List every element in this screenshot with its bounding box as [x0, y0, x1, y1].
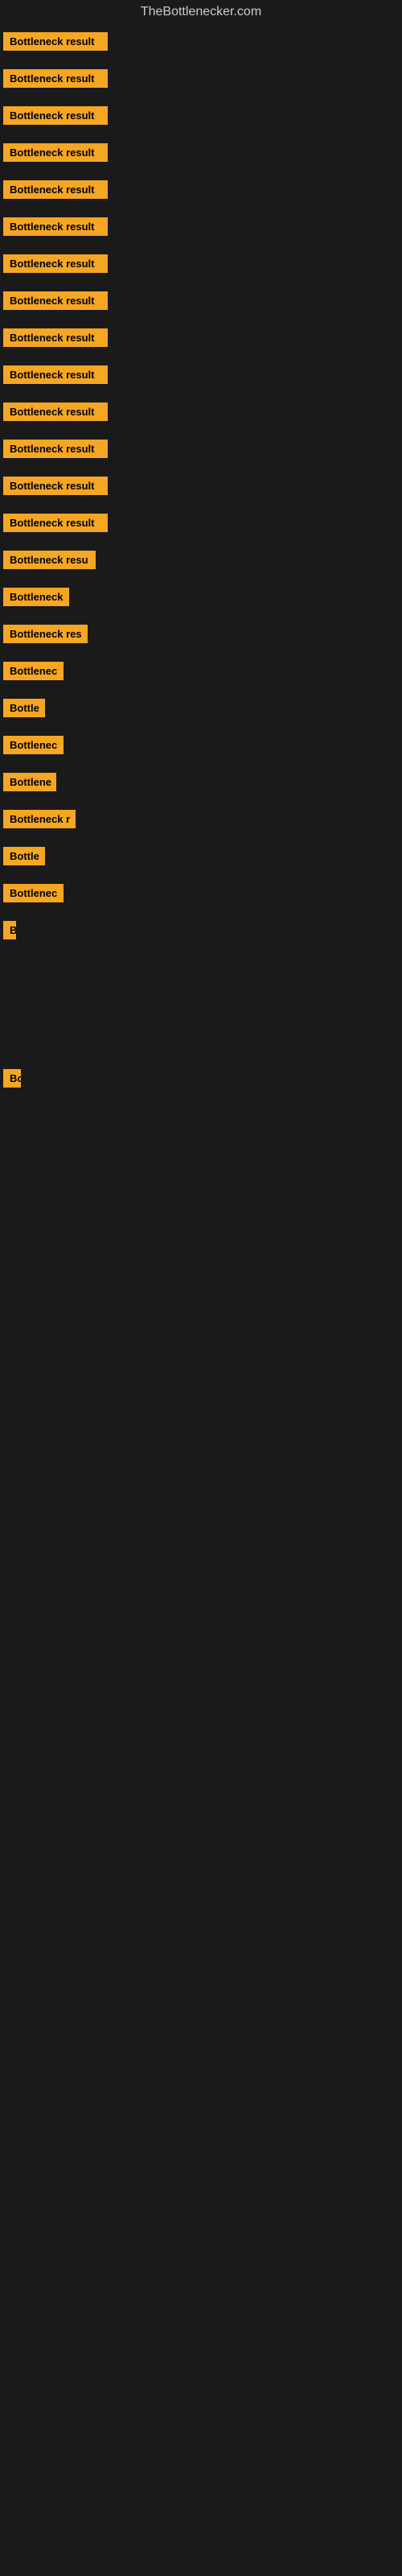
bar-row: Bottlenec: [0, 652, 402, 689]
bottleneck-bar[interactable]: Bottleneck result: [3, 514, 108, 532]
bar-row: Bo: [0, 1059, 402, 1096]
bar-row: Bottleneck result: [0, 319, 402, 356]
bar-row: Bottleneck result: [0, 430, 402, 467]
bottleneck-bar[interactable]: Bottlene: [3, 773, 56, 791]
bottleneck-bar[interactable]: Bo: [3, 1069, 21, 1088]
bottleneck-bar[interactable]: Bottleneck result: [3, 254, 108, 273]
bottleneck-bar[interactable]: Bottle: [3, 847, 45, 865]
bar-row: Bottleneck result: [0, 393, 402, 430]
site-title: TheBottlenecker.com: [141, 0, 261, 25]
bottleneck-bar[interactable]: Bottlenec: [3, 662, 64, 680]
bar-row: [0, 948, 402, 985]
bottleneck-bar[interactable]: Bottleneck result: [3, 143, 108, 162]
bar-row: Bottleneck result: [0, 134, 402, 171]
bar-row: [0, 1133, 402, 1170]
bars-container: Bottleneck result Bottleneck result Bottle…: [0, 23, 402, 1245]
bar-row: [0, 1170, 402, 1208]
bar-row: [0, 1096, 402, 1133]
bottleneck-bar[interactable]: Bottleneck result: [3, 106, 108, 125]
bar-row: Bottlenec: [0, 726, 402, 763]
bar-row: Bottleneck result: [0, 356, 402, 393]
bar-row: Bottlenec: [0, 874, 402, 911]
bar-row: B: [0, 911, 402, 948]
bar-row: [0, 985, 402, 1022]
bottleneck-bar[interactable]: Bottleneck result: [3, 402, 108, 421]
bottleneck-bar[interactable]: Bottleneck result: [3, 365, 108, 384]
bottleneck-bar[interactable]: Bottlenec: [3, 884, 64, 902]
bottleneck-bar[interactable]: Bottlenec: [3, 736, 64, 754]
bar-row: Bottleneck res: [0, 615, 402, 652]
bar-row: [0, 1022, 402, 1059]
bar-row: Bottlene: [0, 763, 402, 800]
bar-row: Bottleneck result: [0, 504, 402, 541]
bottleneck-bar[interactable]: B: [3, 921, 16, 939]
bottleneck-bar[interactable]: Bottleneck result: [3, 217, 108, 236]
bar-row: Bottleneck result: [0, 282, 402, 319]
bottleneck-bar[interactable]: Bottleneck result: [3, 440, 108, 458]
bottleneck-bar[interactable]: Bottleneck r: [3, 810, 76, 828]
bar-row: Bottleneck: [0, 578, 402, 615]
bar-row: Bottleneck result: [0, 23, 402, 60]
bar-row: Bottleneck result: [0, 467, 402, 504]
bottleneck-bar[interactable]: Bottleneck res: [3, 625, 88, 643]
bottleneck-bar[interactable]: Bottle: [3, 699, 45, 717]
bar-row: Bottleneck result: [0, 60, 402, 97]
bar-row: Bottleneck resu: [0, 541, 402, 578]
bar-row: Bottle: [0, 837, 402, 874]
bar-row: Bottleneck r: [0, 800, 402, 837]
bottleneck-bar[interactable]: Bottleneck result: [3, 477, 108, 495]
bar-row: Bottleneck result: [0, 208, 402, 245]
bottleneck-bar[interactable]: Bottleneck result: [3, 69, 108, 88]
bottleneck-bar[interactable]: Bottleneck result: [3, 328, 108, 347]
bottleneck-bar[interactable]: Bottleneck result: [3, 291, 108, 310]
bar-row: Bottle: [0, 689, 402, 726]
site-title-container: TheBottlenecker.com: [0, 0, 402, 23]
bar-row: Bottleneck result: [0, 245, 402, 282]
bottleneck-bar[interactable]: Bottleneck resu: [3, 551, 96, 569]
bar-row: [0, 1208, 402, 1245]
bar-row: Bottleneck result: [0, 171, 402, 208]
bottleneck-bar[interactable]: Bottleneck result: [3, 32, 108, 51]
bottleneck-bar[interactable]: Bottleneck: [3, 588, 69, 606]
bottleneck-bar[interactable]: Bottleneck result: [3, 180, 108, 199]
bar-row: Bottleneck result: [0, 97, 402, 134]
